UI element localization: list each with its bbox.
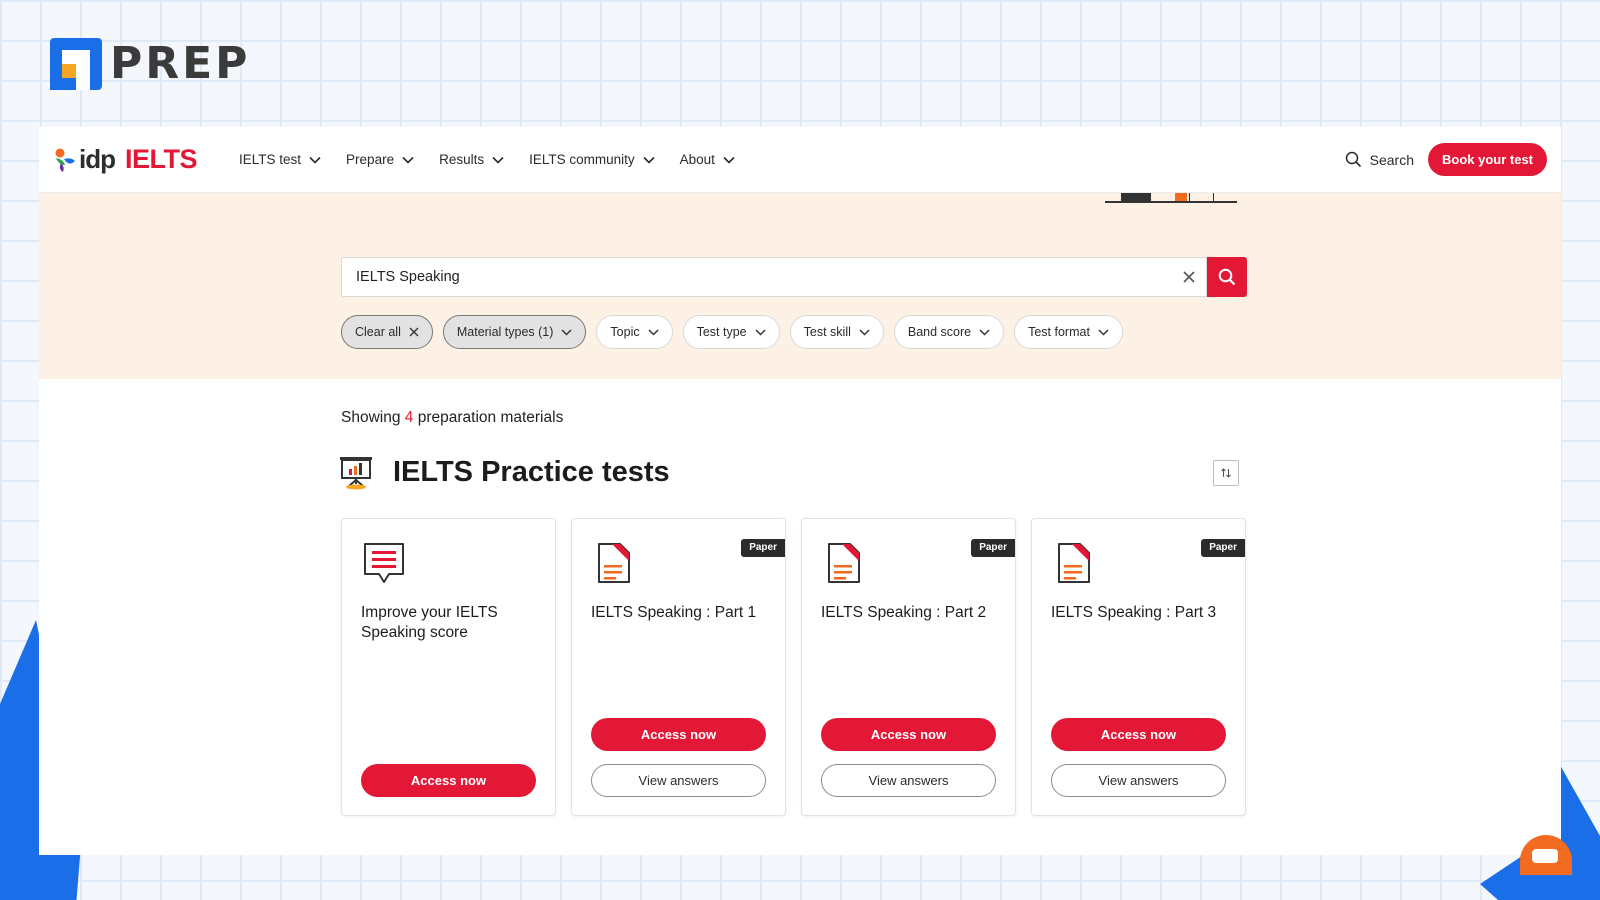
access-now-button[interactable]: Access now bbox=[821, 718, 996, 751]
nav-search-label: Search bbox=[1369, 151, 1414, 168]
filter-test-type[interactable]: Test type bbox=[682, 315, 780, 349]
view-answers-button[interactable]: View answers bbox=[591, 764, 766, 797]
chevron-down-icon bbox=[643, 156, 655, 164]
filter-material-types[interactable]: Material types (1) bbox=[442, 315, 587, 349]
sort-button[interactable] bbox=[1213, 460, 1239, 486]
search-icon bbox=[1345, 151, 1361, 168]
nav-item-label: IELTS community bbox=[529, 152, 635, 167]
filter-band-score[interactable]: Band score bbox=[893, 315, 1005, 349]
filter-bar: Clear all Material types (1) Topic Test … bbox=[341, 315, 1133, 349]
ielts-logo-text: IELTS bbox=[125, 144, 198, 174]
close-icon bbox=[1183, 271, 1195, 283]
results-count-text: Showing 4 preparation materials bbox=[341, 409, 563, 427]
chip-label: Topic bbox=[610, 325, 640, 339]
nav-item-label: IELTS test bbox=[239, 152, 302, 167]
nav-item-results[interactable]: Results bbox=[439, 152, 504, 167]
material-card: Paper IELTS Speaking : Part 2 Access now… bbox=[801, 518, 1016, 816]
idp-logo-mark-icon bbox=[55, 148, 75, 172]
results-prefix: Showing bbox=[341, 409, 401, 426]
speech-bubble-icon bbox=[362, 541, 406, 590]
filter-topic[interactable]: Topic bbox=[596, 315, 673, 349]
sort-arrows-icon bbox=[1221, 468, 1231, 478]
chip-label: Test skill bbox=[803, 325, 851, 339]
section-title: IELTS Practice tests bbox=[393, 455, 670, 488]
nav-item-ielts-community[interactable]: IELTS community bbox=[529, 152, 655, 167]
paper-badge: Paper bbox=[971, 539, 1015, 557]
top-nav: idp IELTS IELTS test Prepare Results IEL… bbox=[39, 127, 1561, 193]
material-cards: Improve your IELTS Speaking score Access… bbox=[341, 518, 1246, 816]
close-icon bbox=[409, 327, 419, 337]
presentation-board-icon bbox=[340, 457, 372, 490]
chevron-down-icon bbox=[561, 328, 572, 336]
view-answers-button[interactable]: View answers bbox=[821, 764, 996, 797]
chip-label: Clear all bbox=[355, 325, 401, 339]
filter-test-format[interactable]: Test format bbox=[1014, 315, 1123, 349]
search-field[interactable] bbox=[341, 257, 1207, 297]
material-card: Paper IELTS Speaking : Part 3 Access now… bbox=[1031, 518, 1246, 816]
chip-label: Material types (1) bbox=[456, 325, 554, 339]
card-title: Improve your IELTS Speaking score bbox=[361, 604, 498, 641]
chevron-down-icon bbox=[309, 156, 321, 164]
chevron-down-icon bbox=[859, 328, 870, 336]
paper-badge: Paper bbox=[741, 539, 785, 557]
idp-logo-text: idp bbox=[79, 144, 116, 174]
chevron-down-icon bbox=[648, 328, 659, 336]
chevron-down-icon bbox=[402, 156, 414, 164]
document-icon bbox=[1052, 541, 1096, 590]
nav-right: Search Book your test bbox=[1345, 143, 1547, 176]
nav-item-label: Results bbox=[439, 152, 485, 167]
hero-decoration bbox=[1105, 193, 1237, 203]
material-card: Paper IELTS Speaking : Part 1 Access now… bbox=[571, 518, 786, 816]
paper-badge: Paper bbox=[1201, 539, 1245, 557]
section-header: IELTS Practice tests bbox=[337, 453, 670, 491]
access-now-button[interactable]: Access now bbox=[1051, 718, 1226, 751]
prep-logo-text: PREP bbox=[110, 38, 251, 89]
search-hero: Clear all Material types (1) Topic Test … bbox=[39, 193, 1561, 379]
website-frame: idp IELTS IELTS test Prepare Results IEL… bbox=[39, 127, 1561, 855]
clear-all-chip[interactable]: Clear all bbox=[341, 315, 433, 349]
nav-search-link[interactable]: Search bbox=[1345, 151, 1414, 168]
card-title: IELTS Speaking : Part 2 bbox=[821, 604, 987, 621]
chevron-down-icon bbox=[979, 328, 990, 336]
chevron-down-icon bbox=[755, 328, 766, 336]
chevron-down-icon bbox=[723, 156, 735, 164]
card-title: IELTS Speaking : Part 3 bbox=[1051, 604, 1217, 621]
results-count: 4 bbox=[404, 409, 414, 426]
prep-logo-icon bbox=[50, 38, 102, 90]
access-now-button[interactable]: Access now bbox=[361, 764, 536, 797]
view-answers-button[interactable]: View answers bbox=[1051, 764, 1226, 797]
results-suffix: preparation materials bbox=[417, 409, 564, 426]
prep-logo: PREP bbox=[50, 38, 250, 90]
chevron-down-icon bbox=[492, 156, 504, 164]
book-your-test-button[interactable]: Book your test bbox=[1427, 143, 1547, 176]
search-input[interactable] bbox=[356, 269, 1172, 285]
access-now-button[interactable]: Access now bbox=[591, 718, 766, 751]
nav-item-label: Prepare bbox=[346, 152, 395, 167]
chip-label: Band score bbox=[907, 325, 972, 339]
nav-item-prepare[interactable]: Prepare bbox=[346, 152, 414, 167]
search-submit-button[interactable] bbox=[1207, 257, 1247, 297]
material-card: Improve your IELTS Speaking score Access… bbox=[341, 518, 556, 816]
filter-test-skill[interactable]: Test skill bbox=[789, 315, 884, 349]
clear-search-button[interactable] bbox=[1172, 271, 1206, 283]
document-icon bbox=[592, 541, 636, 590]
chip-label: Test format bbox=[1028, 325, 1090, 339]
chat-icon bbox=[1532, 849, 1558, 863]
chip-label: Test type bbox=[696, 325, 747, 339]
nav-item-about[interactable]: About bbox=[680, 152, 735, 167]
card-title: IELTS Speaking : Part 1 bbox=[591, 604, 757, 621]
document-icon bbox=[822, 541, 866, 590]
nav-item-ielts-test[interactable]: IELTS test bbox=[239, 152, 321, 167]
nav-item-label: About bbox=[679, 152, 715, 167]
chevron-down-icon bbox=[1098, 328, 1109, 336]
search-icon bbox=[1218, 268, 1236, 286]
idp-ielts-logo[interactable]: idp IELTS bbox=[53, 144, 198, 175]
